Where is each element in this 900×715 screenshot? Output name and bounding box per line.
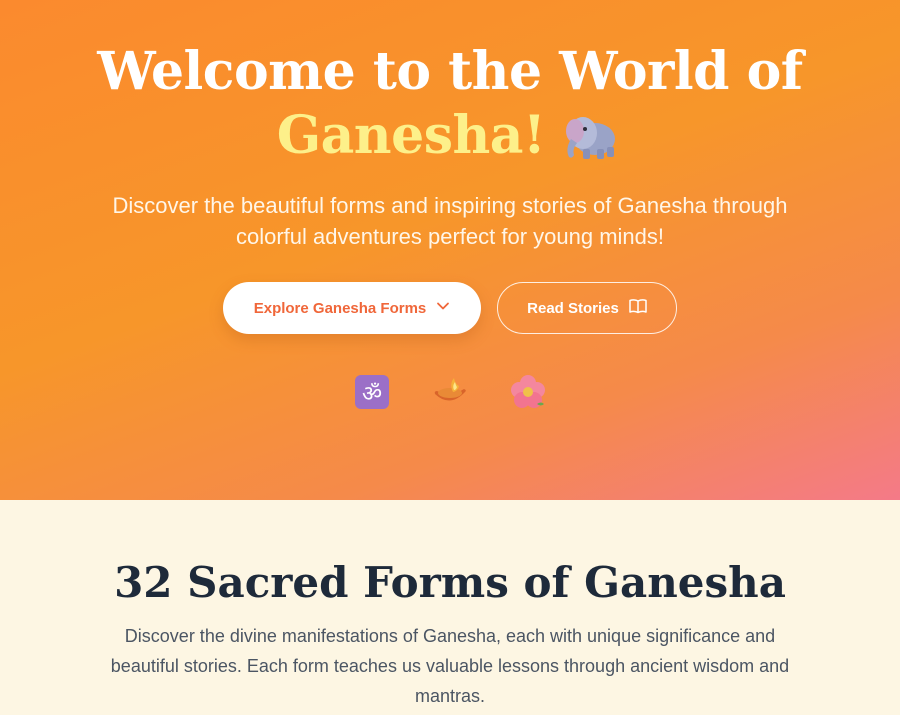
explore-forms-label: Explore Ganesha Forms (253, 299, 427, 317)
hero-title-line1: Welcome to the World of (97, 41, 803, 102)
diya-lamp-icon (430, 372, 470, 412)
sacred-forms-title: 32 Sacred Forms of Ganesha (114, 558, 786, 607)
sacred-forms-description: Discover the divine manifestations of Ga… (110, 626, 790, 706)
read-stories-label: Read Stories (527, 299, 619, 317)
hero-section: Welcome to the World of Ganesha! Discove… (0, 0, 900, 500)
open-book-icon (629, 298, 647, 318)
om-symbol-icon: ॐ (352, 372, 392, 412)
hero-subtitle: Discover the beautiful forms and inspiri… (112, 193, 788, 249)
hibiscus-flower-icon (508, 372, 548, 412)
sacred-forms-section: 32 Sacred Forms of Ganesha Discover the … (0, 500, 900, 711)
hero-symbol-row: ॐ (0, 372, 900, 412)
read-stories-button[interactable]: Read Stories (497, 282, 677, 334)
hero-title-accent: Ganesha! (276, 105, 546, 166)
hero-button-row: Explore Ganesha Forms Read Stories (0, 282, 900, 334)
chevron-down-icon (436, 299, 450, 317)
explore-forms-button[interactable]: Explore Ganesha Forms (223, 282, 481, 334)
svg-text:ॐ: ॐ (362, 382, 382, 407)
hero-title: Welcome to the World of Ganesha! (0, 0, 900, 168)
elephant-icon (561, 109, 623, 161)
